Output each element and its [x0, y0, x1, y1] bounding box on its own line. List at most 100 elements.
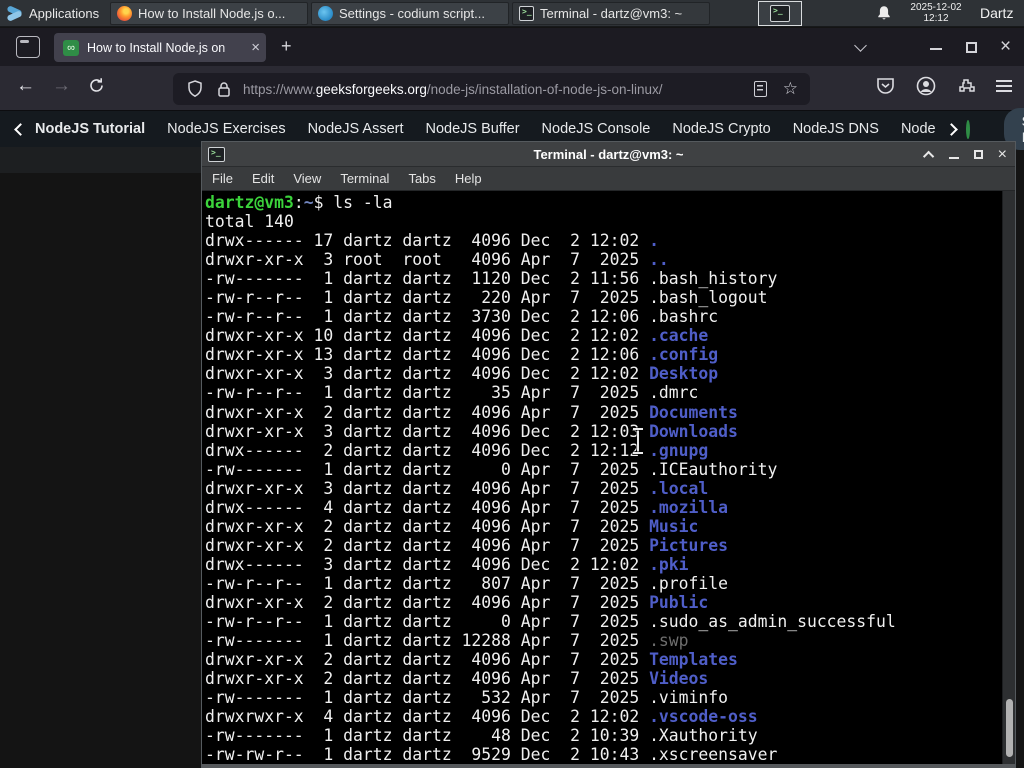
nav-chevron-right-icon[interactable] — [944, 122, 958, 136]
taskbar-window-button[interactable]: Terminal - dartz@vm3: ~ — [512, 2, 710, 25]
terminal-listing-row: drwxr-xr-x 10 dartz dartz 4096 Dec 2 12:… — [205, 326, 709, 346]
terminal-total-line: total 140 — [205, 212, 294, 232]
terminal-close-button[interactable]: × — [998, 146, 1007, 163]
extensions-puzzle-icon[interactable] — [957, 77, 975, 95]
taskbar-window-title: Settings - codium script... — [339, 6, 485, 21]
notification-bell-icon[interactable] — [876, 5, 892, 22]
bookmark-star-icon[interactable]: ☆ — [783, 79, 798, 99]
terminal-menu-tabs[interactable]: Tabs — [408, 171, 435, 186]
reload-button[interactable] — [88, 77, 105, 94]
terminal-listing-row: drwxr-xr-x 2 dartz dartz 4096 Apr 7 2025… — [205, 402, 738, 422]
site-nav-item[interactable]: NodeJS Buffer — [415, 121, 531, 137]
terminal-listing-row: -rw------- 1 dartz dartz 48 Dec 2 10:39 … — [205, 726, 758, 746]
terminal-listing: drwx------ 17 dartz dartz 4096 Dec 2 12:… — [205, 231, 1015, 764]
list-all-tabs-icon[interactable] — [854, 39, 867, 52]
site-nav-item[interactable]: Node — [890, 121, 947, 137]
taskbar-window-title: How to Install Node.js o... — [138, 6, 286, 21]
page-background — [0, 147, 201, 173]
prompt-command: $ ls -la — [313, 193, 393, 212]
terminal-listing-row: -rw-r--r-- 1 dartz dartz 807 Apr 7 2025 … — [205, 573, 729, 593]
applications-label: Applications — [29, 5, 100, 21]
xfce-logo-icon — [6, 4, 23, 22]
nav-chevron-left-icon[interactable] — [14, 122, 27, 136]
site-nav-item[interactable]: NodeJS Exercises — [156, 121, 296, 137]
terminal-menu-terminal[interactable]: Terminal — [340, 171, 389, 186]
terminal-scrollbar[interactable] — [1002, 191, 1015, 764]
url-scheme: https://www. — [243, 81, 316, 97]
account-icon[interactable] — [916, 76, 936, 96]
terminal-resize-edge[interactable] — [202, 764, 1015, 768]
terminal-listing-row: -rw------- 1 dartz dartz 1120 Dec 2 11:5… — [205, 269, 778, 289]
terminal-menu-file[interactable]: File — [212, 171, 233, 186]
forward-button[interactable]: → — [52, 75, 71, 97]
site-nav-item[interactable]: NodeJS Console — [531, 121, 662, 137]
terminal-menu-bar: File Edit View Terminal Tabs Help — [202, 167, 1015, 191]
terminal-listing-row: drwx------ 17 dartz dartz 4096 Dec 2 12:… — [205, 231, 659, 251]
terminal-listing-row: drwxrwxr-x 4 dartz dartz 4096 Dec 2 12:0… — [205, 707, 758, 727]
terminal-listing-row: -rw-r--r-- 1 dartz dartz 0 Apr 7 2025 .s… — [205, 612, 896, 632]
window-close-button[interactable]: × — [1000, 36, 1011, 58]
terminal-menu-view[interactable]: View — [293, 171, 321, 186]
terminal-window: Terminal - dartz@vm3: ~ × File Edit View Te… — [201, 141, 1016, 768]
terminal-listing-row: -rw------- 1 dartz dartz 12288 Apr 7 202… — [205, 631, 689, 651]
site-nav-item[interactable]: NodeJS DNS — [782, 121, 890, 137]
back-button[interactable]: ← — [16, 75, 35, 97]
terminal-maximize-button[interactable] — [973, 150, 983, 159]
window-maximize-button[interactable] — [966, 42, 977, 53]
url-text: https://www.geeksforgeeks.org/node-js/in… — [243, 82, 754, 97]
site-nav-item[interactable]: NodeJS Crypto — [661, 121, 781, 137]
terminal-listing-row: drwxr-xr-x 3 dartz dartz 4096 Dec 2 12:0… — [205, 421, 738, 441]
terminal-listing-row: drwxr-xr-x 2 dartz dartz 4096 Apr 7 2025… — [205, 535, 729, 555]
terminal-icon — [519, 6, 534, 21]
terminal-scrollbar-thumb[interactable] — [1006, 699, 1013, 757]
pocket-icon[interactable] — [876, 77, 895, 95]
new-tab-button[interactable]: + — [281, 37, 292, 55]
reader-mode-icon[interactable] — [753, 81, 767, 97]
firefox-view-icon[interactable] — [16, 36, 40, 58]
terminal-prompt-line: dartz@vm3:~$ ls -la — [205, 193, 393, 212]
terminal-listing-row: drwx------ 3 dartz dartz 4096 Dec 2 12:0… — [205, 554, 689, 574]
terminal-minimize-button[interactable] — [948, 156, 959, 159]
terminal-title: Terminal - dartz@vm3: ~ — [533, 146, 684, 162]
terminal-listing-row: drwxr-xr-x 13 dartz dartz 4096 Dec 2 12:… — [205, 345, 719, 365]
terminal-listing-row: drwxr-xr-x 2 dartz dartz 4096 Apr 7 2025… — [205, 650, 738, 670]
terminal-listing-row: drwxr-xr-x 2 dartz dartz 4096 Apr 7 2025… — [205, 669, 709, 689]
clock-time: 12:12 — [923, 13, 949, 24]
url-bar[interactable]: https://www.geeksforgeeks.org/node-js/in… — [173, 73, 810, 105]
taskbar-window-button[interactable]: Settings - codium script... — [311, 2, 509, 25]
taskbar-window-title: Terminal - dartz@vm3: ~ — [540, 6, 683, 21]
lock-icon[interactable] — [217, 81, 231, 98]
panel-user-label[interactable]: Dartz — [980, 5, 1013, 21]
browser-toolbar: ← → https://www.geeksforgeeks.org/node-j… — [0, 66, 1024, 111]
terminal-title-bar[interactable]: Terminal - dartz@vm3: ~ × — [202, 142, 1015, 167]
menu-hamburger-icon[interactable] — [996, 80, 1012, 92]
terminal-listing-row: drwxr-xr-x 2 dartz dartz 4096 Apr 7 2025… — [205, 516, 699, 536]
prompt-cwd: ~ — [303, 193, 314, 212]
terminal-menu-help[interactable]: Help — [455, 171, 482, 186]
terminal-icon — [770, 5, 790, 22]
url-path: /node-js/installation-of-node-js-on-linu… — [426, 81, 663, 97]
terminal-listing-row: -rw------- 1 dartz dartz 532 Apr 7 2025 … — [205, 688, 729, 708]
site-nav-item[interactable]: NodeJS Tutorial — [33, 121, 156, 137]
tracking-shield-icon[interactable] — [187, 80, 203, 98]
tab-close-icon[interactable]: × — [251, 40, 260, 55]
mouse-ibeam-cursor — [632, 428, 644, 454]
window-minimize-button[interactable] — [930, 48, 942, 50]
site-favicon: ∞ — [63, 39, 79, 56]
panel-clock[interactable]: 2025-12-02 12:12 — [903, 2, 969, 24]
terminal-output[interactable]: dartz@vm3:~$ ls -la total 140 drwx------… — [202, 191, 1015, 764]
terminal-menu-edit[interactable]: Edit — [252, 171, 274, 186]
terminal-listing-row: drwxr-xr-x 2 dartz dartz 4096 Apr 7 2025… — [205, 592, 709, 612]
terminal-launcher-button[interactable] — [758, 1, 802, 26]
search-icon[interactable] — [965, 119, 970, 139]
tab-title: How to Install Node.js on — [87, 40, 248, 55]
applications-menu-button[interactable]: Applications — [0, 0, 107, 27]
clock-date: 2025-12-02 — [910, 2, 962, 13]
browser-tab-bar: ∞ How to Install Node.js on × + × — [0, 28, 1024, 66]
terminal-listing-row: drwxr-xr-x 3 dartz dartz 4096 Apr 7 2025… — [205, 478, 709, 498]
terminal-listing-row: drwx------ 4 dartz dartz 4096 Apr 7 2025… — [205, 497, 729, 517]
prompt-user-host: dartz@vm3 — [205, 193, 294, 212]
browser-tab-active[interactable]: ∞ How to Install Node.js on × — [54, 33, 266, 62]
taskbar-window-button[interactable]: How to Install Node.js o... — [110, 2, 308, 25]
site-nav-item[interactable]: NodeJS Assert — [297, 121, 415, 137]
